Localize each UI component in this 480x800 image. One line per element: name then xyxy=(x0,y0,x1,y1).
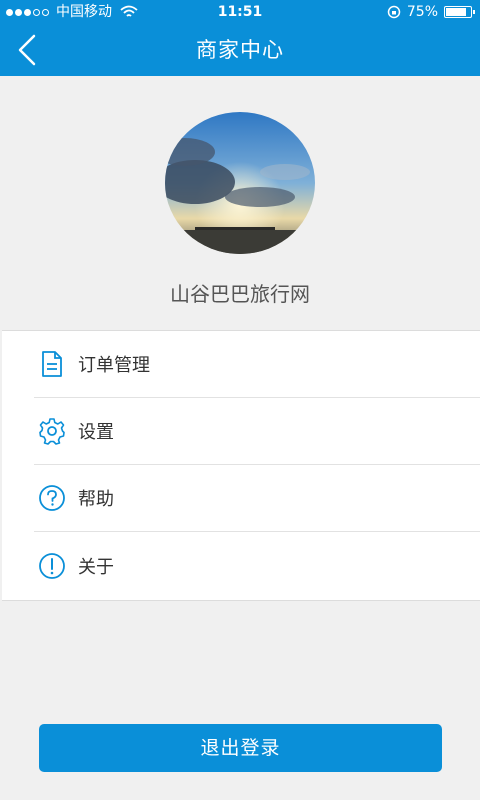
menu-item-help[interactable]: 帮助 xyxy=(34,465,480,532)
menu-item-label: 订单管理 xyxy=(78,355,150,376)
gear-icon xyxy=(39,418,65,445)
menu-item-settings[interactable]: 设置 xyxy=(34,398,480,465)
menu-item-orders[interactable]: 订单管理 xyxy=(34,331,480,398)
logout-button[interactable]: 退出登录 xyxy=(39,724,442,772)
app-header: 中国移动 11:51 75% 商家中心 xyxy=(0,0,480,76)
rotation-lock-icon xyxy=(387,5,401,19)
status-right: 75% xyxy=(387,0,475,24)
battery-percent: 75% xyxy=(406,4,438,20)
avatar-image xyxy=(165,112,315,254)
battery-fill xyxy=(446,8,466,16)
navbar: 商家中心 xyxy=(0,24,480,76)
avatar[interactable] xyxy=(165,112,315,254)
menu-item-label: 设置 xyxy=(78,422,114,443)
page-title: 商家中心 xyxy=(196,38,284,62)
menu-list: 订单管理 设置 帮助 关于 xyxy=(2,330,480,601)
exclamation-circle-icon xyxy=(39,552,65,579)
question-circle-icon xyxy=(39,485,65,511)
profile-name: 山谷巴巴旅行网 xyxy=(170,282,310,306)
menu-item-label: 关于 xyxy=(78,556,114,578)
status-bar: 中国移动 11:51 75% xyxy=(0,0,480,24)
document-icon xyxy=(42,351,62,377)
menu-item-label: 帮助 xyxy=(78,489,114,510)
menu-item-about[interactable]: 关于 xyxy=(34,532,480,599)
battery-icon xyxy=(444,6,475,18)
